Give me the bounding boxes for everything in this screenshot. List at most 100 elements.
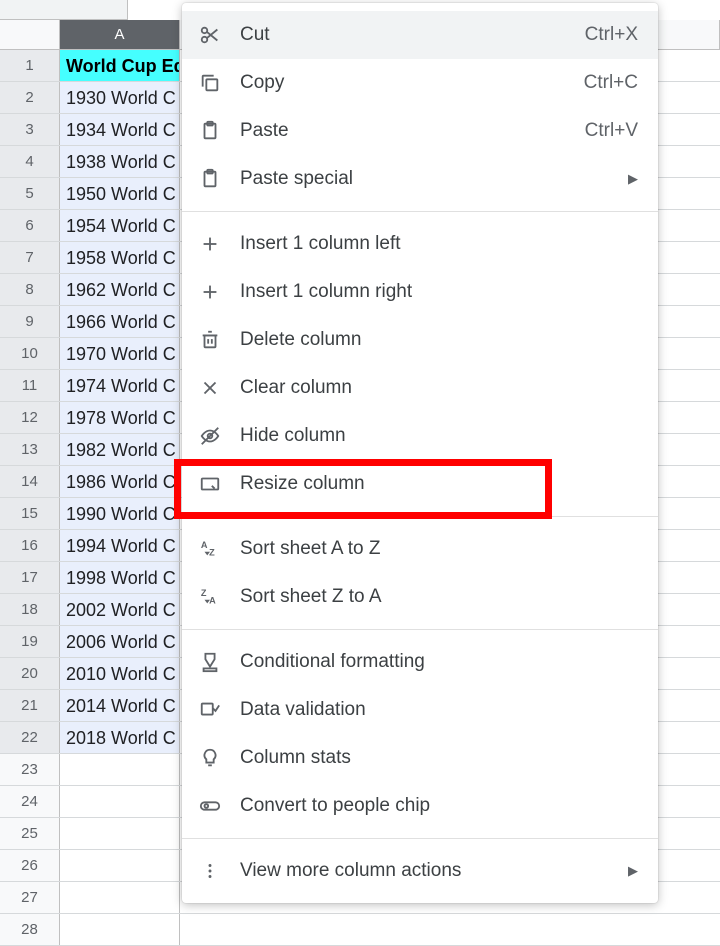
cell[interactable]: World Cup Ed bbox=[60, 50, 180, 81]
cell[interactable] bbox=[60, 850, 180, 881]
cell[interactable]: 1954 World C bbox=[60, 210, 180, 241]
row-header[interactable]: 8 bbox=[0, 274, 60, 305]
menu-conditional-formatting[interactable]: Conditional formatting bbox=[182, 638, 658, 686]
menu-copy[interactable]: Copy Ctrl+C bbox=[182, 59, 658, 107]
menu-column-stats[interactable]: Column stats bbox=[182, 734, 658, 782]
cell[interactable] bbox=[60, 914, 180, 945]
row-header[interactable]: 19 bbox=[0, 626, 60, 657]
resize-icon bbox=[198, 472, 222, 496]
menu-insert-right[interactable]: Insert 1 column right bbox=[182, 268, 658, 316]
cell[interactable]: 1930 World C bbox=[60, 82, 180, 113]
row-header[interactable]: 20 bbox=[0, 658, 60, 689]
row-header[interactable]: 28 bbox=[0, 914, 60, 945]
menu-delete-column-label: Delete column bbox=[240, 329, 638, 351]
row-header[interactable]: 21 bbox=[0, 690, 60, 721]
cell[interactable]: 1982 World C bbox=[60, 434, 180, 465]
submenu-arrow-icon: ▶ bbox=[628, 863, 638, 879]
lightbulb-icon bbox=[198, 746, 222, 770]
cell[interactable]: 1950 World C bbox=[60, 178, 180, 209]
menu-sort-az[interactable]: AZ Sort sheet A to Z bbox=[182, 525, 658, 573]
cell[interactable]: 2002 World C bbox=[60, 594, 180, 625]
cell[interactable]: 2014 World C bbox=[60, 690, 180, 721]
plus-icon bbox=[198, 280, 222, 304]
cell[interactable]: 1934 World C bbox=[60, 114, 180, 145]
menu-convert-people-chip-label: Convert to people chip bbox=[240, 795, 638, 817]
row-header[interactable]: 14 bbox=[0, 466, 60, 497]
row-header[interactable]: 1 bbox=[0, 50, 60, 81]
cell[interactable]: 1966 World C bbox=[60, 306, 180, 337]
select-all-corner[interactable] bbox=[0, 20, 60, 49]
menu-sort-za[interactable]: ZA Sort sheet Z to A bbox=[182, 573, 658, 621]
menu-sort-za-label: Sort sheet Z to A bbox=[240, 586, 638, 608]
cell[interactable] bbox=[60, 754, 180, 785]
row-header[interactable]: 25 bbox=[0, 818, 60, 849]
person-chip-icon bbox=[198, 794, 222, 818]
menu-more-actions[interactable]: View more column actions ▶ bbox=[182, 847, 658, 895]
row-header[interactable]: 9 bbox=[0, 306, 60, 337]
menu-copy-shortcut: Ctrl+C bbox=[584, 72, 638, 94]
row-header[interactable]: 27 bbox=[0, 882, 60, 913]
menu-hide-column[interactable]: Hide column bbox=[182, 412, 658, 460]
row-header[interactable]: 18 bbox=[0, 594, 60, 625]
row-header[interactable]: 4 bbox=[0, 146, 60, 177]
menu-paste-special-label: Paste special bbox=[240, 168, 620, 190]
clipboard-icon bbox=[198, 167, 222, 191]
menu-resize-column[interactable]: Resize column bbox=[182, 460, 658, 508]
cell[interactable]: 1962 World C bbox=[60, 274, 180, 305]
row-header[interactable]: 12 bbox=[0, 402, 60, 433]
sort-az-icon: AZ bbox=[198, 537, 222, 561]
svg-text:A: A bbox=[209, 595, 216, 605]
cell[interactable]: 1974 World C bbox=[60, 370, 180, 401]
row-header[interactable]: 17 bbox=[0, 562, 60, 593]
cell[interactable]: 1986 World C bbox=[60, 466, 180, 497]
menu-paste-shortcut: Ctrl+V bbox=[585, 120, 638, 142]
cell-area[interactable] bbox=[180, 914, 720, 945]
menu-clear-column[interactable]: Clear column bbox=[182, 364, 658, 412]
menu-cut-shortcut: Ctrl+X bbox=[585, 24, 638, 46]
column-header-a[interactable]: A bbox=[60, 20, 180, 49]
grid-row: 28 bbox=[0, 914, 720, 946]
row-header[interactable]: 3 bbox=[0, 114, 60, 145]
cell[interactable] bbox=[60, 818, 180, 849]
row-header[interactable]: 23 bbox=[0, 754, 60, 785]
cell[interactable]: 1938 World C bbox=[60, 146, 180, 177]
menu-data-validation[interactable]: Data validation bbox=[182, 686, 658, 734]
row-header[interactable]: 11 bbox=[0, 370, 60, 401]
sort-za-icon: ZA bbox=[198, 585, 222, 609]
cell[interactable]: 2006 World C bbox=[60, 626, 180, 657]
menu-cut-label: Cut bbox=[240, 24, 585, 46]
row-header[interactable]: 26 bbox=[0, 850, 60, 881]
menu-paste[interactable]: Paste Ctrl+V bbox=[182, 107, 658, 155]
cell[interactable]: 1958 World C bbox=[60, 242, 180, 273]
menu-divider bbox=[182, 211, 658, 212]
trash-icon bbox=[198, 328, 222, 352]
row-header[interactable]: 5 bbox=[0, 178, 60, 209]
cell[interactable]: 1970 World C bbox=[60, 338, 180, 369]
row-header[interactable]: 7 bbox=[0, 242, 60, 273]
cell[interactable]: 1990 World C bbox=[60, 498, 180, 529]
cell[interactable]: 2010 World C bbox=[60, 658, 180, 689]
cell[interactable]: 1978 World C bbox=[60, 402, 180, 433]
svg-text:A: A bbox=[201, 540, 208, 550]
cell[interactable] bbox=[60, 786, 180, 817]
row-header[interactable]: 24 bbox=[0, 786, 60, 817]
menu-delete-column[interactable]: Delete column bbox=[182, 316, 658, 364]
menu-data-validation-label: Data validation bbox=[240, 699, 638, 721]
cell[interactable]: 2018 World C bbox=[60, 722, 180, 753]
row-header[interactable]: 13 bbox=[0, 434, 60, 465]
row-header[interactable]: 2 bbox=[0, 82, 60, 113]
row-header[interactable]: 15 bbox=[0, 498, 60, 529]
row-header[interactable]: 10 bbox=[0, 338, 60, 369]
menu-insert-left[interactable]: Insert 1 column left bbox=[182, 220, 658, 268]
row-header[interactable]: 16 bbox=[0, 530, 60, 561]
menu-paste-special[interactable]: Paste special ▶ bbox=[182, 155, 658, 203]
cell[interactable]: 1998 World C bbox=[60, 562, 180, 593]
cell[interactable] bbox=[60, 882, 180, 913]
menu-cut[interactable]: Cut Ctrl+X bbox=[182, 11, 658, 59]
row-header[interactable]: 22 bbox=[0, 722, 60, 753]
submenu-arrow-icon: ▶ bbox=[628, 171, 638, 187]
menu-convert-people-chip[interactable]: Convert to people chip bbox=[182, 782, 658, 830]
row-header[interactable]: 6 bbox=[0, 210, 60, 241]
cell[interactable]: 1994 World C bbox=[60, 530, 180, 561]
menu-sort-az-label: Sort sheet A to Z bbox=[240, 538, 638, 560]
